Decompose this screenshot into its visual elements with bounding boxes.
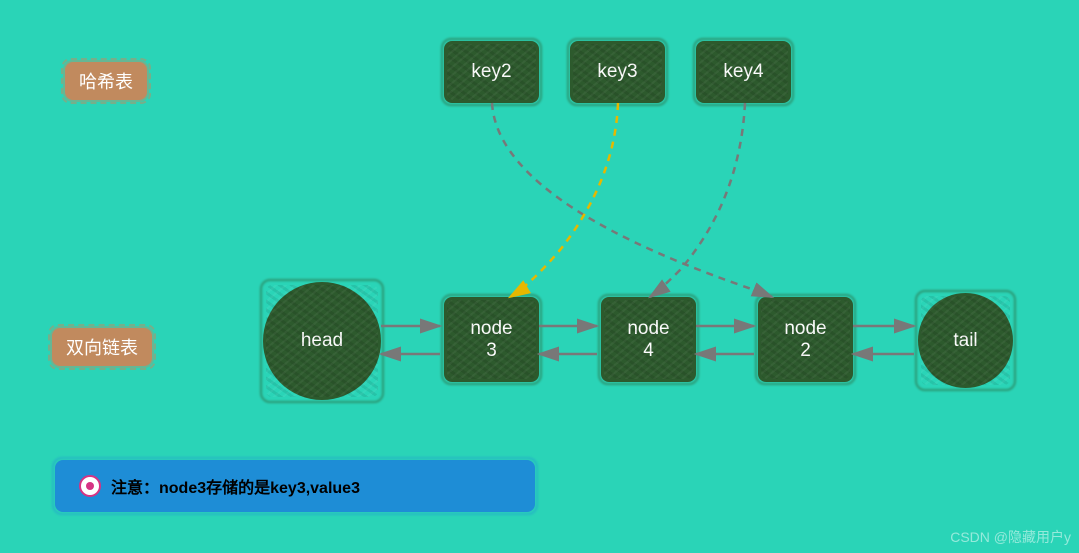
node3-l2: 3 [486,340,497,362]
note-box: 注意：node3存储的是key3,value3 [55,460,535,512]
label-hash-table: 哈希表 [65,62,147,100]
key2-text: key2 [471,61,511,83]
head-text: head [301,330,343,352]
key3-box: key3 [570,41,665,103]
node4-l1: node [627,318,669,340]
node2-l1: node [784,318,826,340]
note-text: 注意：node3存储的是key3,value3 [111,474,360,498]
target-icon [79,475,101,497]
node3-box: node3 [444,297,539,382]
node2-box: node2 [758,297,853,382]
key4-box: key4 [696,41,791,103]
node4-box: node4 [601,297,696,382]
tail-node: tail [918,293,1013,388]
tail-text: tail [953,330,977,352]
node4-l2: 4 [643,340,654,362]
node3-l1: node [470,318,512,340]
key2-box: key2 [444,41,539,103]
label-linked-list: 双向链表 [52,328,152,366]
watermark: CSDN @隐藏用户y [950,527,1071,547]
key4-text: key4 [723,61,763,83]
head-node: head [263,282,381,400]
key3-text: key3 [597,61,637,83]
node2-l2: 2 [800,340,811,362]
